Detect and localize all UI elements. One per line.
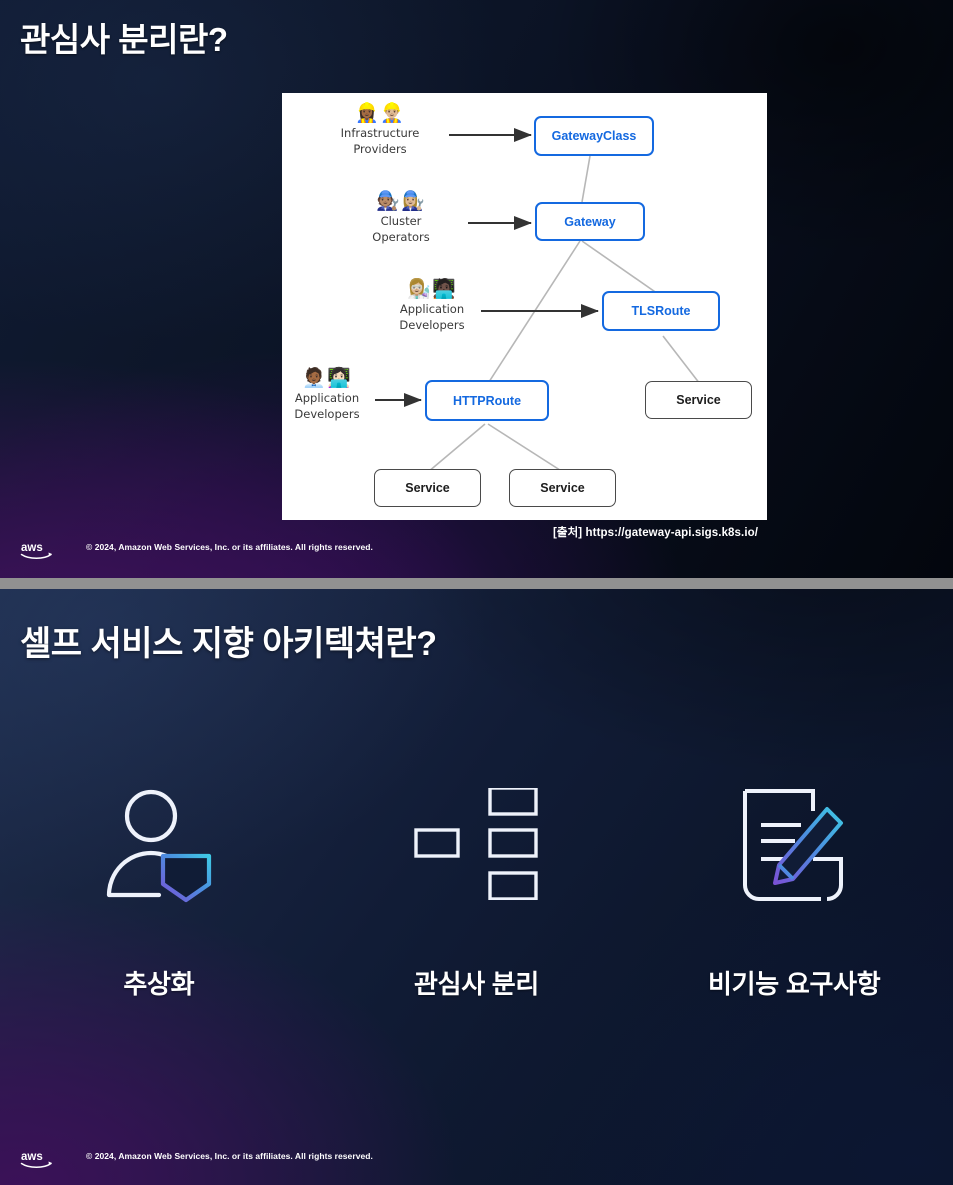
pillar-icon-wrap	[103, 779, 215, 909]
document-pencil-icon	[743, 789, 844, 901]
slide-footer: aws © 2024, Amazon Web Services, Inc. or…	[0, 1145, 953, 1185]
pillar-label: 관심사 분리	[413, 969, 540, 999]
pillar-icon-wrap	[739, 779, 849, 909]
pillar-label: 추상화	[123, 969, 195, 999]
node-httproute[interactable]: HTTPRoute	[425, 380, 549, 421]
persona-infrastructure-providers: 👷🏾‍♀️👷🏼‍♂️ Infrastructure Providers	[315, 103, 445, 156]
copyright-text: © 2024, Amazon Web Services, Inc. or its…	[86, 1151, 373, 1161]
construction-worker-icon: 👷🏾‍♀️👷🏼‍♂️	[355, 103, 405, 124]
persona-application-developers-http: 🧑🏾‍💼👩🏻‍💻 Application Developers	[262, 368, 392, 421]
persona-application-developers-tls: 👩🏼‍🔬🧑🏿‍💻 Application Developers	[367, 279, 497, 332]
pillars-row: 추상화 관심사 분리 비기능 요구사항	[0, 779, 953, 1001]
node-gatewayclass[interactable]: GatewayClass	[534, 116, 654, 156]
user-shield-icon	[106, 789, 211, 903]
page-title: 관심사 분리란?	[20, 21, 228, 58]
pillar-non-functional-requirements: 비기능 요구사항	[635, 779, 953, 1001]
page-title: 셀프 서비스 지향 아키텍쳐란?	[20, 625, 437, 663]
slide-self-service-architecture: 셀프 서비스 지향 아키텍쳐란? 추상화 관심사 분리 비기능 요구사항 aws…	[0, 589, 953, 1185]
persona-label-line2: Developers	[294, 406, 360, 421]
node-service-tls[interactable]: Service	[645, 381, 752, 419]
persona-label-line2: Operators	[372, 229, 430, 244]
technologist-icon: 👩🏼‍🔬🧑🏿‍💻	[407, 279, 457, 300]
slide-footer: aws © 2024, Amazon Web Services, Inc. or…	[0, 536, 953, 576]
aws-logo: aws	[20, 1151, 52, 1168]
pillar-separation-of-concerns: 관심사 분리	[318, 779, 636, 1001]
node-tlsroute[interactable]: TLSRoute	[602, 291, 720, 331]
svg-text:aws: aws	[21, 1151, 43, 1163]
slide-separator	[0, 578, 953, 589]
slide-separation-of-concerns: 관심사 분리란?	[0, 0, 953, 578]
slide-deck: 관심사 분리란?	[0, 0, 953, 1185]
mechanic-icon: 🧑🏽‍🔧👩🏼‍🔧	[376, 191, 426, 212]
persona-label-line1: Application	[399, 302, 465, 316]
persona-label-line1: Application	[294, 391, 360, 405]
node-service-http-1[interactable]: Service	[374, 469, 481, 507]
copyright-text: © 2024, Amazon Web Services, Inc. or its…	[86, 542, 373, 552]
pillar-abstraction: 추상화	[0, 779, 318, 1001]
gateway-api-diagram: 👷🏾‍♀️👷🏼‍♂️ Infrastructure Providers 🧑🏽‍🔧…	[282, 93, 767, 520]
pillar-icon-wrap	[413, 779, 540, 909]
persona-label-line2: Developers	[399, 317, 465, 332]
persona-cluster-operators: 🧑🏽‍🔧👩🏼‍🔧 Cluster Operators	[336, 191, 466, 244]
node-gateway[interactable]: Gateway	[535, 202, 645, 241]
aws-logo: aws	[20, 542, 52, 559]
node-service-http-2[interactable]: Service	[509, 469, 616, 507]
pillar-label: 비기능 요구사항	[708, 969, 881, 999]
persona-label-line1: Cluster	[380, 214, 422, 228]
persona-label-line2: Providers	[353, 141, 407, 156]
persona-label-line1: Infrastructure	[340, 126, 420, 140]
hierarchy-tree-icon	[413, 788, 538, 900]
technologist-icon: 🧑🏾‍💼👩🏻‍💻	[302, 368, 352, 389]
svg-text:aws: aws	[21, 542, 43, 554]
